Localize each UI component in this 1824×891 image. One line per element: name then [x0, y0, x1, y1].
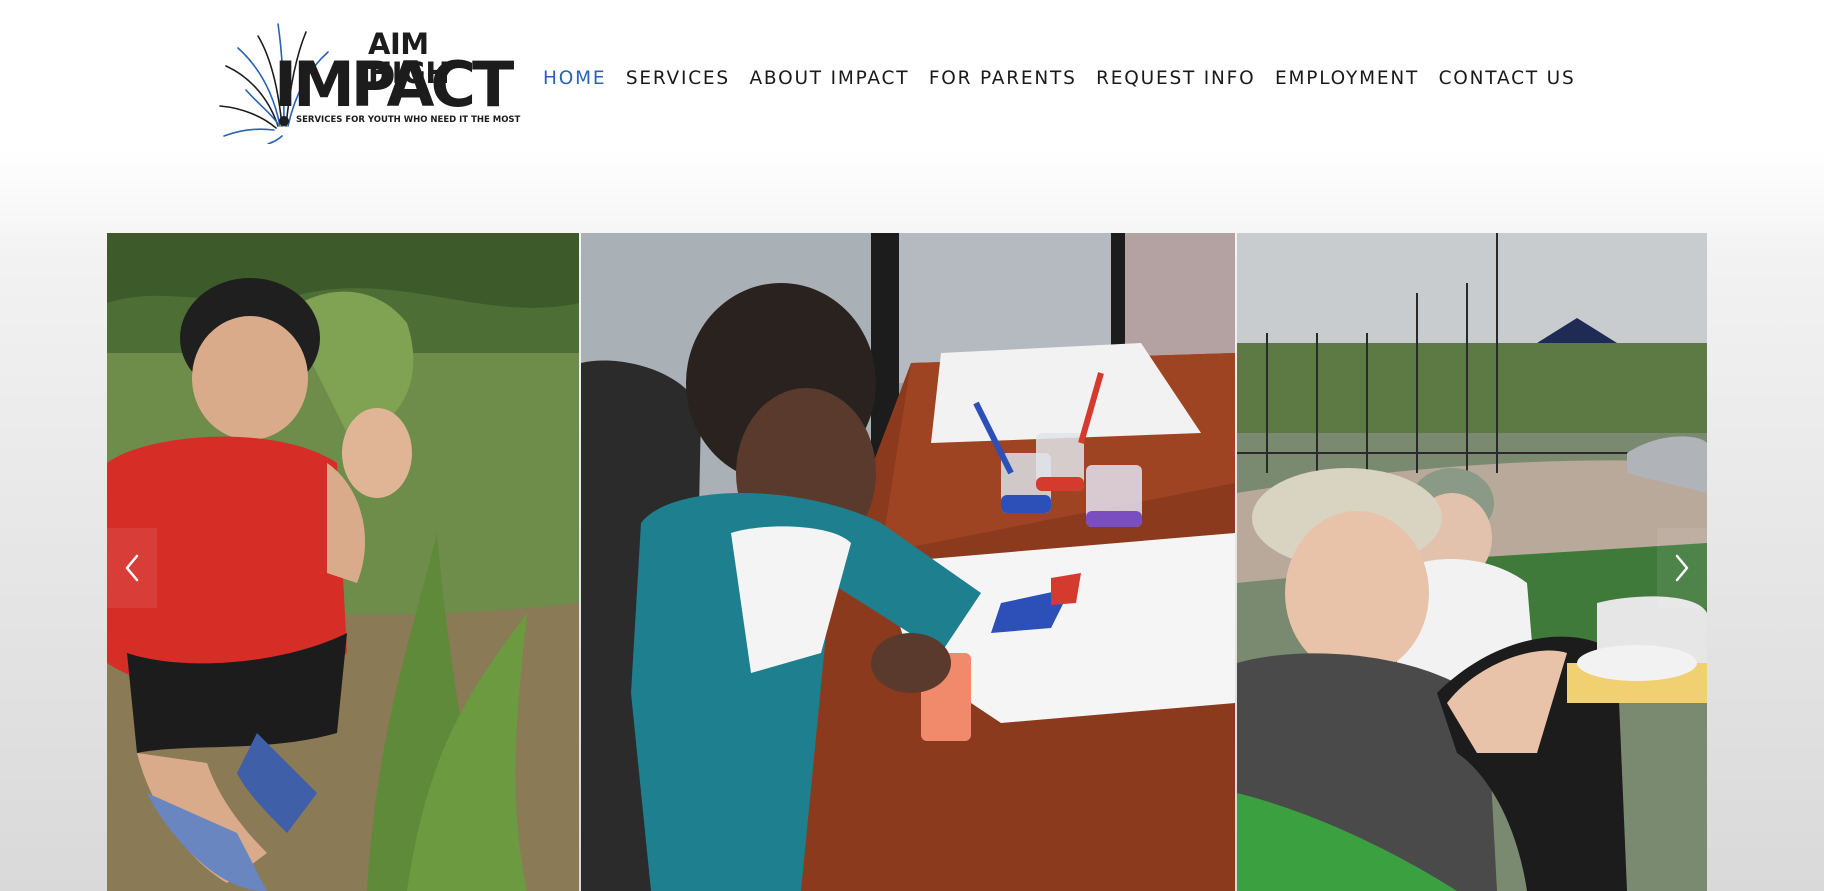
site-header: AIM HIGH IMPACT SERVICES FOR YOUTH WHO N… — [0, 0, 1824, 160]
logo-line-2: IMPACT — [274, 48, 514, 121]
slider-prev-button[interactable] — [107, 528, 157, 608]
nav-item-contact-us[interactable]: CONTACT US — [1439, 67, 1576, 91]
slider-photo-park — [1237, 233, 1707, 891]
site-logo[interactable]: AIM HIGH IMPACT SERVICES FOR YOUTH WHO N… — [218, 16, 521, 144]
nav-item-about-impact[interactable]: ABOUT IMPACT — [749, 67, 909, 91]
nav-item-services[interactable]: SERVICES — [626, 67, 730, 91]
slider-next-button[interactable] — [1657, 528, 1707, 608]
nav-item-for-parents[interactable]: FOR PARENTS — [929, 67, 1077, 91]
logo-tagline: SERVICES FOR YOUTH WHO NEED IT THE MOST — [296, 115, 521, 125]
nav-item-home[interactable]: HOME — [543, 67, 606, 91]
chevron-left-icon — [125, 554, 139, 582]
chevron-right-icon — [1675, 554, 1689, 582]
photo-slider — [107, 233, 1707, 891]
slider-photo-garden — [107, 233, 579, 891]
slider-photo-painting — [581, 233, 1235, 891]
main-nav: HOME SERVICES ABOUT IMPACT FOR PARENTS R… — [543, 67, 1595, 91]
nav-item-request-info[interactable]: REQUEST INFO — [1096, 67, 1255, 91]
nav-item-employment[interactable]: EMPLOYMENT — [1275, 67, 1419, 91]
